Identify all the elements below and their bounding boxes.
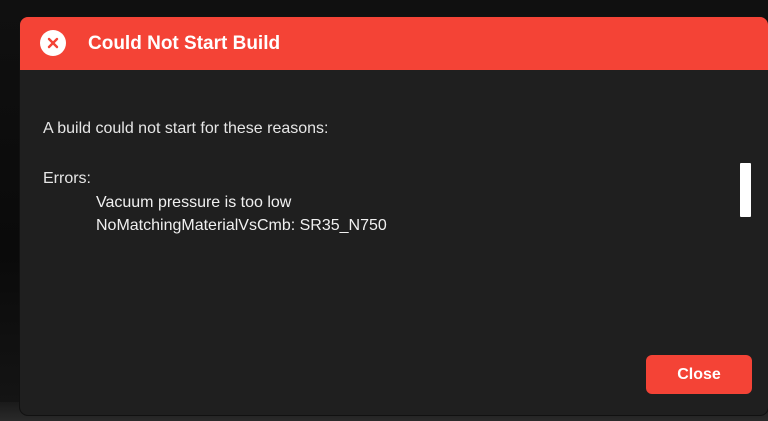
error-list: Vacuum pressure is too low NoMatchingMat… [96,192,387,238]
dialog-message: A build could not start for these reason… [43,120,329,137]
scrollbar-thumb[interactable] [740,163,751,217]
dialog-header: Could Not Start Build [20,17,768,70]
error-item: NoMatchingMaterialVsCmb: SR35_N750 [96,217,387,234]
close-circle-icon [40,30,66,56]
error-item: Vacuum pressure is too low [96,194,292,211]
dialog-title: Could Not Start Build [88,33,281,54]
close-button[interactable]: Close [646,355,752,394]
error-dialog: Could Not Start Build A build could not … [20,17,768,415]
errors-heading: Errors: [43,170,91,187]
